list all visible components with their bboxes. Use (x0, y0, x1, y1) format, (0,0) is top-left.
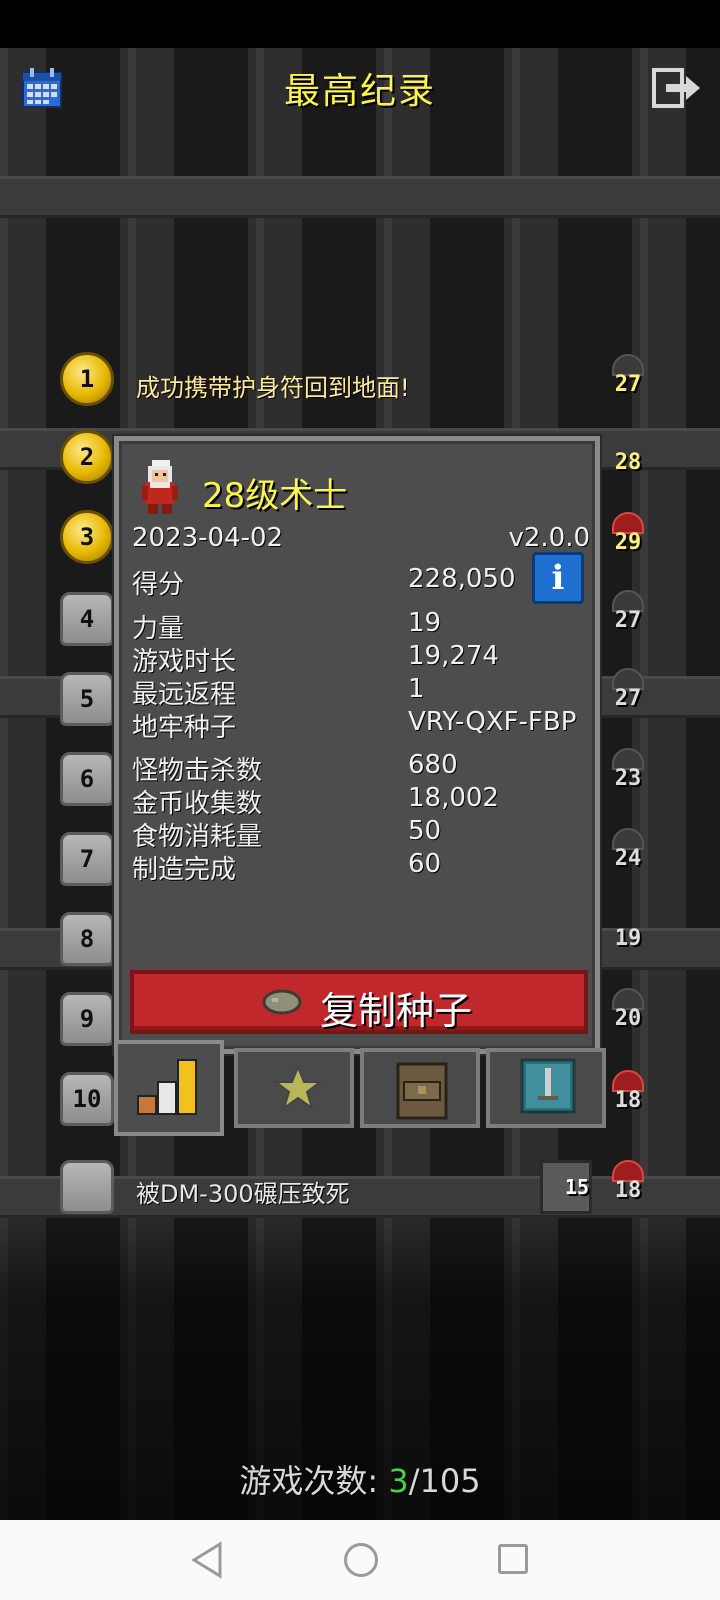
rank-badge-1[interactable]: 1 (60, 352, 114, 406)
stat-value: 680 (408, 750, 458, 780)
rank-badge-4[interactable]: 4 (60, 592, 114, 646)
copy-seed-button[interactable]: 复制种子 (130, 970, 588, 1034)
games-label: 游戏次数: (239, 1462, 389, 1500)
entry-8-depth: 19 (614, 926, 642, 951)
stat-value: 60 (408, 849, 442, 879)
stat-label: 怪物击杀数 (132, 756, 263, 786)
rank-badge-10[interactable]: 10 (60, 1072, 114, 1126)
tombstone-icon (60, 1160, 114, 1214)
entry-5-depth: 27 (608, 668, 648, 722)
rank-badge-9[interactable]: 9 (60, 992, 114, 1046)
games-played-counter: 游戏次数: 3/105 (0, 1456, 720, 1502)
entry-3-depth: 29 (608, 512, 648, 566)
stat-label: 游戏时长 (132, 647, 237, 677)
stat-label: 制造完成 (132, 855, 237, 885)
game-version: v2.0.0 (508, 523, 590, 553)
home-icon[interactable] (344, 1543, 378, 1577)
last-entry-depth: 18 (608, 1160, 648, 1214)
entry-1-text[interactable]: 成功携带护身符回到地面! (136, 368, 410, 403)
rank-badge-unranked[interactable] (60, 1160, 114, 1214)
info-button[interactable]: i (532, 552, 584, 604)
tab-badges[interactable] (234, 1048, 354, 1128)
entry-7-depth: 24 (608, 828, 648, 882)
entry-6-depth: 23 (608, 748, 648, 802)
tab-talents[interactable] (486, 1048, 606, 1128)
info-icon: i (551, 558, 565, 598)
score-value: 228,050 (408, 564, 516, 594)
stat-value: 18,002 (408, 783, 499, 813)
stat-label: 最远返程 (132, 680, 237, 710)
backpack-icon (396, 1062, 448, 1120)
exit-icon[interactable] (652, 66, 702, 110)
stat-value: 19 (408, 608, 442, 638)
star-icon (274, 1064, 322, 1111)
seed-value: VRY-QXF-FBP (408, 707, 577, 737)
sword-scroll-icon (520, 1058, 576, 1114)
entry-4-depth: 27 (608, 590, 648, 644)
rank-badge-8[interactable]: 8 (60, 912, 114, 966)
stat-value: 1 (408, 674, 425, 704)
seed-icon (262, 989, 302, 1015)
stat-label: 金币收集数 (132, 789, 263, 819)
games-total: /105 (408, 1462, 481, 1500)
floor-stairs-icon: 15 (540, 1160, 592, 1214)
warlock-hero-icon (142, 460, 178, 514)
score-label: 得分 (132, 570, 185, 600)
hero-title: 28级术士 (202, 476, 348, 516)
stat-label: 食物消耗量 (132, 822, 263, 852)
rank-badge-6[interactable]: 6 (60, 752, 114, 806)
rank-badge-7[interactable]: 7 (60, 832, 114, 886)
stat-label: 地牢种子 (132, 713, 237, 743)
page-title: 最高纪录 (283, 71, 436, 112)
stat-label: 力量 (132, 614, 185, 644)
stats-icon (137, 1059, 197, 1115)
entry-9-depth: 20 (608, 988, 648, 1042)
games-current: 3 (388, 1462, 409, 1500)
record-date: 2023-04-02 (132, 523, 284, 553)
entry-1-depth: 27 (608, 354, 648, 408)
entry-10-depth: 18 (608, 1070, 648, 1124)
tab-items[interactable] (360, 1048, 480, 1128)
recent-apps-icon[interactable] (498, 1544, 528, 1574)
entry-2-depth: 28 (614, 450, 642, 475)
rank-badge-3[interactable]: 3 (60, 510, 114, 564)
stat-value: 50 (408, 816, 442, 846)
rank-badge-2[interactable]: 2 (60, 430, 114, 484)
wall-band (0, 176, 720, 218)
status-bar (0, 0, 720, 48)
last-entry-text[interactable]: 被DM-300碾压致死 (136, 1174, 350, 1209)
rank-badge-5[interactable]: 5 (60, 672, 114, 726)
stat-value: 19,274 (408, 641, 499, 671)
back-icon[interactable] (190, 1541, 224, 1579)
tab-stats[interactable] (114, 1040, 224, 1136)
